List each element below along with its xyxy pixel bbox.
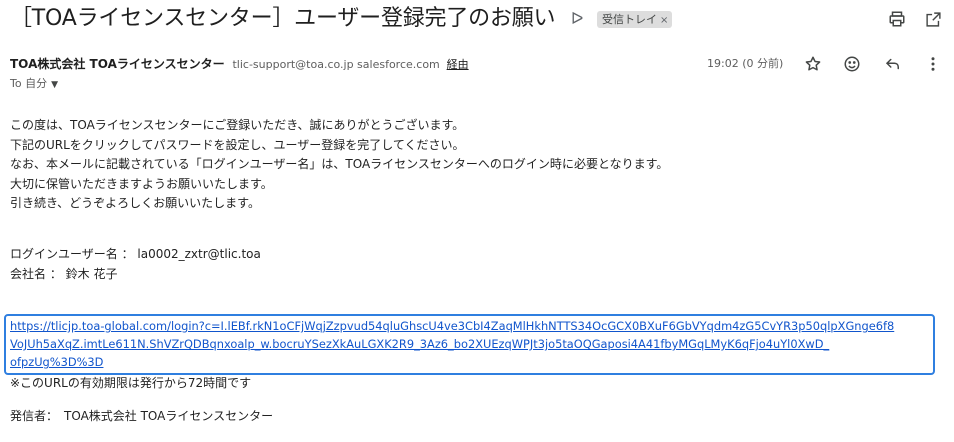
via-link[interactable]: 経由 <box>447 58 469 71</box>
important-marker-icon[interactable]: ᐅ <box>571 9 583 29</box>
inbox-label-chip[interactable]: 受信トレイ × <box>597 11 673 28</box>
body-line: この度は、TOAライセンスセンターにご登録いただき、誠にありがとうございます。 <box>10 118 465 132</box>
body-line: なお、本メールに記載されている「ログインユーザー名」は、TOAライセンスセンター… <box>10 157 669 171</box>
body-line: 下記のURLをクリックしてパスワードを設定し、ユーザー登録を完了してください。 <box>10 137 465 152</box>
body-line: 引き続き、どうぞよろしくお願いいたします。 <box>10 196 260 210</box>
password-setup-link[interactable]: https://tlicjp.toa-global.com/login?c=I.… <box>10 318 894 335</box>
sender-email: tlic-support@toa.co.jp salesforce.com <box>232 58 440 71</box>
sender-row: TOA株式会社 TOAライセンスセンター tlic-support@toa.co… <box>10 55 469 73</box>
company-name-line: 会社名 ： 鈴木 花子 <box>10 266 118 281</box>
body-line: 大切に保管いただきますようお願いいたします。 <box>10 176 273 191</box>
password-setup-link[interactable]: VoJUh5aXqZ.imtLe611N.ShVZrQDBqnxoalp_w.b… <box>10 336 829 353</box>
print-icon[interactable] <box>886 8 908 30</box>
email-view: ［TOAライセンスセンター］ユーザー登録完了のお願い ᐅ 受信トレイ × TOA株… <box>0 0 954 442</box>
more-vert-icon[interactable] <box>922 53 944 75</box>
inbox-label-text: 受信トレイ <box>602 13 657 26</box>
open-in-new-window-icon[interactable] <box>922 8 944 30</box>
reply-icon[interactable] <box>882 53 904 75</box>
sender-signature-line: 発信者： TOA株式会社 TOAライセンスセンター <box>10 409 274 423</box>
remove-label-icon[interactable]: × <box>660 15 668 26</box>
email-timestamp: 19:02 (0 分前) <box>707 57 784 70</box>
login-username-line: ログインユーザー名 ： la0002_zxtr@tlic.toa <box>10 247 261 261</box>
email-subject: ［TOAライセンスセンター］ユーザー登録完了のお願い <box>10 6 556 31</box>
url-expiry-note: ※このURLの有効期限は発行から72時間です <box>10 376 252 390</box>
recipient-label: To 自分 <box>10 77 48 90</box>
emoji-icon[interactable] <box>841 53 863 75</box>
subject-row: ［TOAライセンスセンター］ユーザー登録完了のお願い ᐅ 受信トレイ × <box>0 0 954 40</box>
star-icon[interactable] <box>802 53 824 75</box>
sender-name[interactable]: TOA株式会社 TOAライセンスセンター <box>10 57 225 71</box>
password-setup-link[interactable]: ofpzUg%3D%3D <box>10 354 103 371</box>
recipient-details-toggle[interactable]: To 自分 ▼ <box>10 76 58 93</box>
chevron-down-icon[interactable]: ▼ <box>51 80 58 90</box>
